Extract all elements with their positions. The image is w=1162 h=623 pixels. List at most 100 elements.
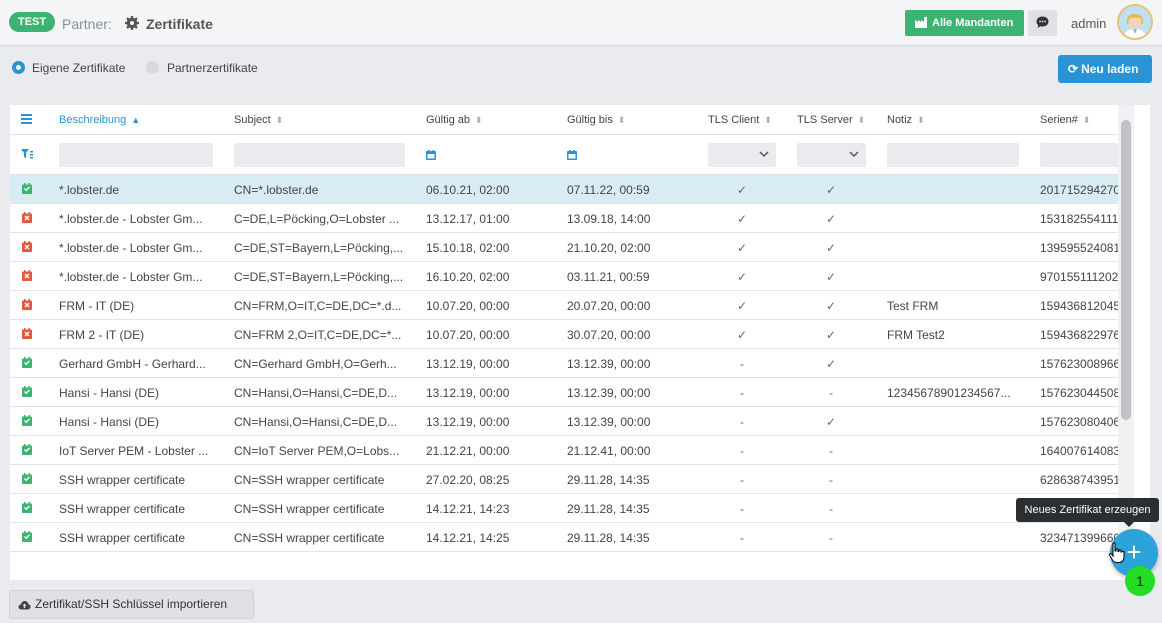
table-row[interactable]: *.lobster.de - Lobster Gm... C=DE,ST=Baye… <box>10 262 1134 291</box>
table-row[interactable]: IoT Server PEM - Lobster ... CN=IoT Serve… <box>10 436 1134 465</box>
cell-subject: CN=Gerhard GmbH,O=Gerh... <box>234 357 397 371</box>
table-row[interactable]: FRM 2 - IT (DE) CN=FRM 2,O=IT,C=DE,DC=*..… <box>10 320 1134 349</box>
calendar-check-icon <box>22 531 32 542</box>
cell-tls-server: ✓ <box>825 241 837 255</box>
cloud-upload-icon <box>18 601 31 610</box>
sort-icon: ⬍ <box>475 115 483 125</box>
cell-subject: C=DE,ST=Bayern,L=Pöcking,... <box>234 241 404 255</box>
column-header-valid-to[interactable]: Gültig bis ⬍ <box>567 114 625 126</box>
partner-certificates-label[interactable]: Partnerzertifikate <box>167 61 258 75</box>
cell-tls-client: ✓ <box>736 270 748 284</box>
cell-valid-to: 20.07.20, 00:00 <box>567 299 651 313</box>
column-header-tls-client[interactable]: TLS Client ⬍ <box>708 114 772 126</box>
sort-icon: ⬍ <box>857 115 866 125</box>
cell-subject: CN=SSH wrapper certificate <box>234 531 385 545</box>
cell-tls-client: - <box>740 386 744 400</box>
table-row[interactable]: *.lobster.de CN=*.lobster.de 06.10.21, 02:… <box>10 175 1134 204</box>
cell-description: Gerhard GmbH - Gerhard... <box>59 357 206 371</box>
own-certificates-label[interactable]: Eigene Zertifikate <box>32 61 125 75</box>
reload-label: Neu laden <box>1081 62 1139 76</box>
table-row[interactable]: Gerhard GmbH - Gerhard... CN=Gerhard GmbH… <box>10 349 1134 378</box>
filter-row <box>10 135 1134 175</box>
filter-icon[interactable] <box>21 149 33 160</box>
cell-tls-server: ✓ <box>825 328 837 342</box>
avatar[interactable] <box>1117 4 1153 40</box>
cell-valid-to: 21.10.20, 02:00 <box>567 241 651 255</box>
cell-valid-from: 14.12.21, 14:25 <box>426 531 510 545</box>
calendar-icon[interactable] <box>567 150 577 160</box>
sort-icon: ⬍ <box>1082 115 1091 125</box>
cell-subject: C=DE,ST=Bayern,L=Pöcking,... <box>234 270 404 284</box>
table-row[interactable]: Hansi - Hansi (DE) CN=Hansi,O=Hansi,C=DE,… <box>10 378 1134 407</box>
calendar-check-icon <box>22 357 32 368</box>
cell-valid-to: 29.11.28, 14:35 <box>567 531 650 545</box>
cell-subject: CN=Hansi,O=Hansi,C=DE,D... <box>234 415 398 429</box>
table-row[interactable]: SSH wrapper certificate CN=SSH wrapper ce… <box>10 465 1134 494</box>
column-header-valid-from[interactable]: Gültig ab ⬍ <box>426 114 483 126</box>
own-certificates-radio[interactable] <box>12 61 25 74</box>
table-row[interactable]: SSH wrapper certificate CN=SSH wrapper ce… <box>10 523 1134 552</box>
cell-tls-client: - <box>740 473 744 487</box>
filter-tls-client-select[interactable] <box>708 143 776 167</box>
column-header-subject[interactable]: Subject ⬍ <box>234 114 283 126</box>
table-row[interactable]: Hansi - Hansi (DE) CN=Hansi,O=Hansi,C=DE,… <box>10 407 1134 436</box>
column-menu-icon[interactable] <box>21 114 32 124</box>
cell-valid-to: 13.12.39, 00:00 <box>567 386 651 400</box>
cell-valid-from: 21.12.21, 00:00 <box>426 444 510 458</box>
cell-subject: CN=SSH wrapper certificate <box>234 473 385 487</box>
sort-asc-icon: ▲ <box>131 115 141 125</box>
table-row[interactable]: FRM - IT (DE) CN=FRM,O=IT,C=DE,DC=*.d... 1… <box>10 291 1134 320</box>
column-header-note[interactable]: Notiz ⬍ <box>887 114 925 126</box>
hand-pointer-icon <box>1108 542 1125 563</box>
filter-tls-server-select[interactable] <box>797 143 866 167</box>
calendar-icon[interactable] <box>426 150 436 160</box>
calendar-check-icon <box>22 183 32 194</box>
calendar-x-icon <box>22 212 32 223</box>
cell-tls-client: ✓ <box>736 299 748 313</box>
import-certificate-button[interactable]: Zertifikat/SSH Schlüssel importieren <box>9 590 254 619</box>
table-row[interactable]: SSH wrapper certificate CN=SSH wrapper ce… <box>10 494 1134 523</box>
reload-button[interactable]: ⟳ Neu laden <box>1058 55 1152 83</box>
cell-tls-server: ✓ <box>825 299 837 313</box>
cell-description: SSH wrapper certificate <box>59 531 186 545</box>
table-row[interactable]: *.lobster.de - Lobster Gm... C=DE,ST=Baye… <box>10 233 1134 262</box>
cell-tls-server: ✓ <box>825 270 837 284</box>
filter-subject-input[interactable] <box>234 143 405 167</box>
calendar-x-icon <box>22 299 32 310</box>
cell-subject: CN=IoT Server PEM,O=Lobs... <box>234 444 400 458</box>
filter-description-input[interactable] <box>59 143 213 167</box>
column-header-serial[interactable]: Serien# ⬍ <box>1040 114 1090 126</box>
cell-valid-to: 30.07.20, 00:00 <box>567 328 651 342</box>
cell-subject: CN=FRM 2,O=IT,C=DE,DC=*... <box>234 328 402 342</box>
chevron-down-icon <box>759 151 769 158</box>
cell-note: 12345678901234567... <box>887 386 1011 400</box>
calendar-check-icon <box>22 386 32 397</box>
filter-note-input[interactable] <box>887 143 1019 167</box>
cell-tls-server: ✓ <box>825 357 837 371</box>
import-label: Zertifikat/SSH Schlüssel importieren <box>35 597 228 611</box>
cell-valid-from: 13.12.19, 00:00 <box>426 415 510 429</box>
table-row[interactable]: *.lobster.de - Lobster Gm... C=DE,L=Pöcki… <box>10 204 1134 233</box>
user-avatar-icon <box>1123 14 1147 38</box>
chat-button[interactable] <box>1028 10 1057 36</box>
vertical-scrollbar-thumb[interactable] <box>1121 120 1131 420</box>
env-badge: TEST <box>9 12 56 32</box>
cell-valid-from: 16.10.20, 02:00 <box>426 270 510 284</box>
user-name[interactable]: admin <box>1071 16 1106 31</box>
partner-certificates-radio[interactable] <box>146 61 159 74</box>
cell-tls-server: - <box>829 502 833 516</box>
all-mandants-button[interactable]: Alle Mandanten <box>905 10 1024 36</box>
cell-tls-client: ✓ <box>736 328 748 342</box>
cell-valid-from: 14.12.21, 14:23 <box>426 502 510 516</box>
column-header-beschreibung[interactable]: Beschreibung ▲ <box>59 114 140 126</box>
cell-tls-client: - <box>740 531 744 545</box>
refresh-icon: ⟳ <box>1068 62 1079 76</box>
vertical-scrollbar[interactable] <box>1118 105 1134 563</box>
column-header-tls-server[interactable]: TLS Server ⬍ <box>797 114 865 126</box>
cell-valid-from: 13.12.19, 00:00 <box>426 386 510 400</box>
cell-tls-server: ✓ <box>825 183 837 197</box>
page-title: Zertifikate <box>146 16 213 32</box>
cell-subject: CN=SSH wrapper certificate <box>234 502 385 516</box>
cell-tls-server: - <box>829 531 833 545</box>
cell-description: FRM 2 - IT (DE) <box>59 328 145 342</box>
